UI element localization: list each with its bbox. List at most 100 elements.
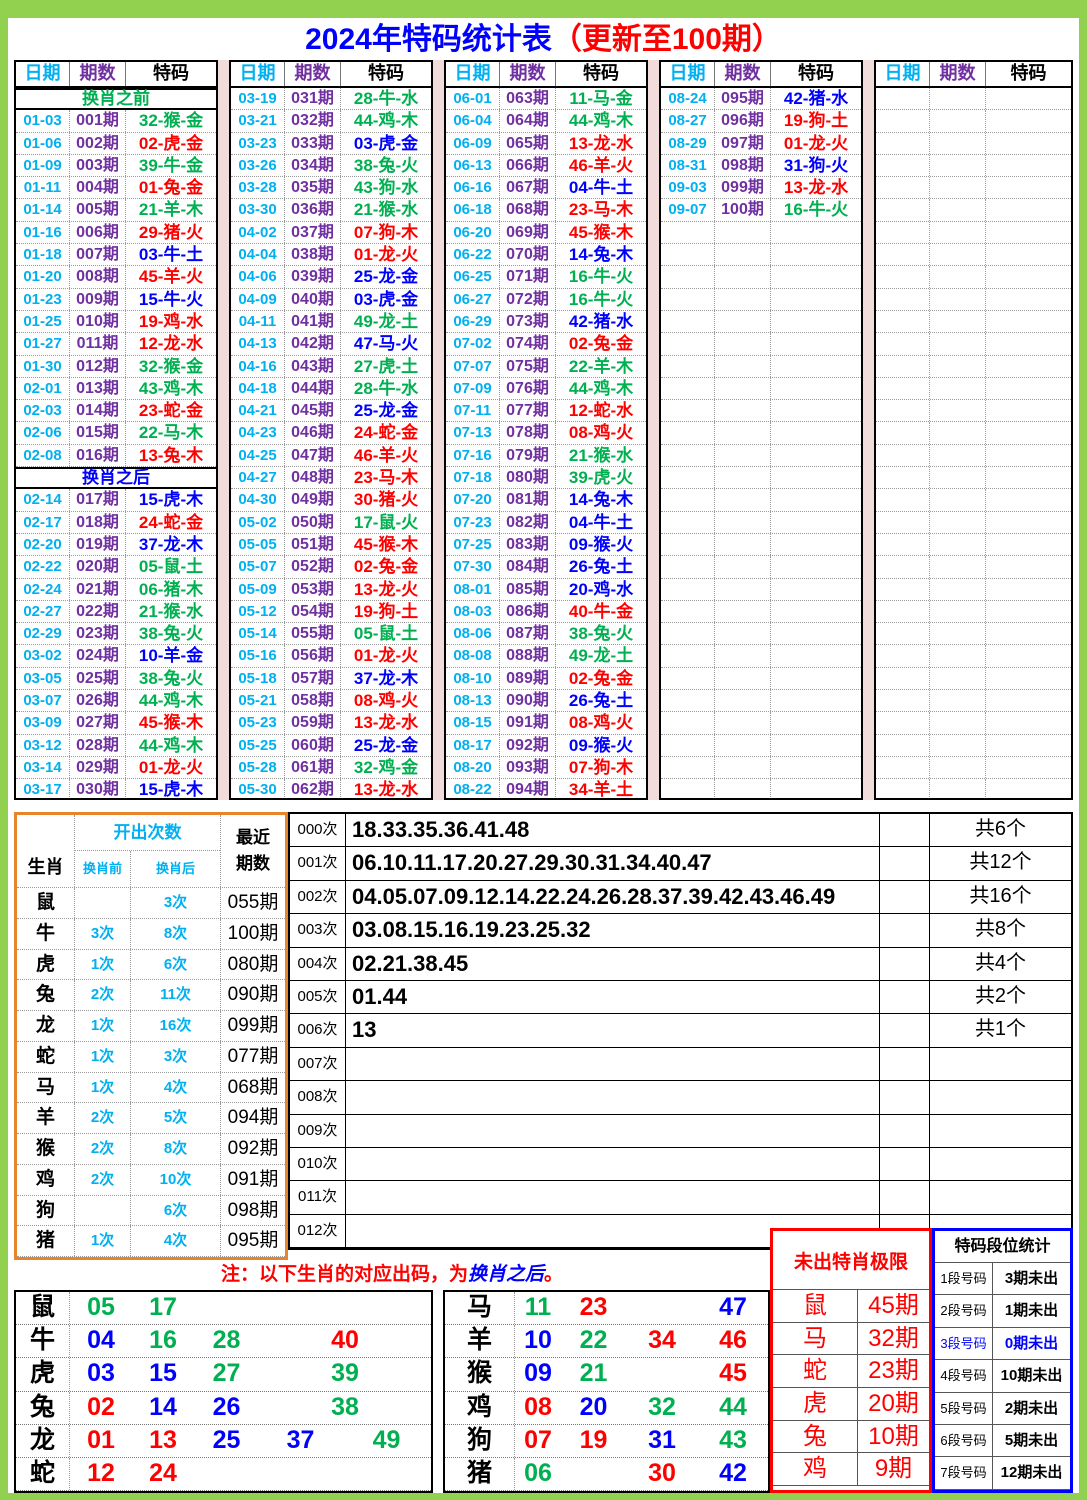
code-cell: 02-虎-金	[126, 133, 216, 154]
date-cell: 01-11	[16, 177, 70, 198]
date-cell: 08-17	[446, 735, 500, 756]
empty-code-cell	[771, 222, 861, 243]
stats-row: 牛 3次 8次 100期	[17, 919, 285, 950]
result-row: 05-23 059期 13-龙-水	[231, 712, 431, 734]
stats-header-recent: 最近 期数	[221, 815, 285, 887]
date-cell: 06-09	[446, 133, 500, 154]
date-cell: 05-16	[231, 645, 285, 666]
period-cell: 028期	[70, 735, 126, 756]
code-cell: 45-羊-火	[126, 266, 216, 287]
stats-before-cell	[75, 1196, 131, 1226]
frequency-row: 004次 02.21.38.45 共4个	[290, 948, 1071, 981]
date-cell: 07-13	[446, 422, 500, 443]
frequency-gap-cell	[879, 1014, 929, 1046]
empty-period-cell	[715, 735, 771, 756]
result-row: 02-24 021期 06-猪-木	[16, 579, 216, 601]
empty-code-cell	[986, 199, 1071, 220]
date-cell: 02-14	[16, 489, 70, 510]
date-cell: 07-07	[446, 356, 500, 377]
result-row: 01-03 001期 32-猴-金	[16, 110, 216, 132]
empty-period-cell	[715, 467, 771, 488]
code-cell: 01-龙-火	[341, 244, 431, 265]
result-row: 07-18 080期 39-虎-火	[446, 467, 646, 489]
date-cell: 06-20	[446, 222, 500, 243]
rows-before: 01-03 001期 32-猴-金 01-06 002期 02-虎-金 01-0…	[16, 110, 216, 467]
empty-date-cell	[661, 422, 715, 443]
frequency-label: 007次	[290, 1048, 346, 1080]
empty-row	[876, 601, 1071, 623]
period-cell: 074期	[500, 333, 556, 354]
empty-period-cell	[715, 222, 771, 243]
stats-recent-cell: 090期	[221, 980, 285, 1010]
period-cell: 079期	[500, 445, 556, 466]
code-cell: 01-龙-火	[126, 757, 216, 778]
empty-period-cell	[715, 712, 771, 733]
empty-date-cell	[661, 534, 715, 555]
empty-code-cell	[771, 779, 861, 800]
code-cell: 25-龙-金	[341, 400, 431, 421]
period-cell: 089期	[500, 668, 556, 689]
stats-recent-cell: 077期	[221, 1042, 285, 1072]
empty-code-cell	[771, 266, 861, 287]
result-row: 02-08 016期 13-兔-木	[16, 445, 216, 467]
date-cell: 04-06	[231, 266, 285, 287]
date-cell: 07-23	[446, 512, 500, 533]
empty-code-cell	[986, 222, 1071, 243]
period-cell: 036期	[285, 199, 341, 220]
frequency-count	[929, 1181, 1071, 1213]
map-zodiac-label: 猪	[445, 1458, 515, 1490]
code-cell: 42-猪-水	[771, 88, 861, 109]
result-row: 02-22 020期 05-鼠-土	[16, 556, 216, 578]
empty-period-cell	[715, 289, 771, 310]
date-cell: 07-25	[446, 534, 500, 555]
map-zodiac-label: 牛	[16, 1325, 70, 1357]
period-cell: 006期	[70, 222, 126, 243]
period-cell: 048期	[285, 467, 341, 488]
empty-row	[876, 133, 1071, 155]
date-cell: 02-01	[16, 378, 70, 399]
empty-period-cell	[930, 244, 986, 265]
map-row: 蛇 1224	[16, 1458, 431, 1491]
empty-row	[661, 757, 861, 779]
result-row: 04-21 045期 25-龙-金	[231, 400, 431, 422]
period-cell: 097期	[715, 133, 771, 154]
empty-date-cell	[661, 222, 715, 243]
code-cell: 12-龙-水	[126, 333, 216, 354]
empty-date-cell	[661, 333, 715, 354]
date-cell: 04-23	[231, 422, 285, 443]
empty-date-cell	[661, 512, 715, 533]
empty-code-cell	[986, 422, 1071, 443]
header-date: 日期	[16, 62, 70, 86]
code-cell: 45-猴-木	[126, 712, 216, 733]
period-cell: 090期	[500, 690, 556, 711]
limit-periods: 9期	[858, 1453, 929, 1485]
code-cell: 02-兔-金	[341, 556, 431, 577]
date-cell: 04-21	[231, 400, 285, 421]
result-row: 01-23 009期 15-牛-火	[16, 289, 216, 311]
empty-code-cell	[986, 110, 1071, 131]
code-cell: 24-蛇-金	[126, 512, 216, 533]
limit-box-title: 未出特肖极限	[773, 1231, 929, 1290]
stats-after-cell: 4次	[131, 1226, 221, 1256]
date-cell: 02-08	[16, 445, 70, 466]
date-cell: 08-29	[661, 133, 715, 154]
result-row: 07-02 074期 02-兔-金	[446, 333, 646, 355]
map-row: 兔 02142638	[16, 1392, 431, 1425]
stats-row: 兔 2次 11次 090期	[17, 980, 285, 1011]
result-row: 04-27 048期 23-马-木	[231, 467, 431, 489]
result-row: 05-12 054期 19-狗-土	[231, 601, 431, 623]
map-zodiac-label: 狗	[445, 1425, 515, 1457]
period-cell: 017期	[70, 489, 126, 510]
code-cell: 21-羊-木	[126, 199, 216, 220]
date-cell: 03-14	[16, 757, 70, 778]
empty-period-cell	[930, 378, 986, 399]
empty-date-cell	[876, 467, 930, 488]
period-cell: 010期	[70, 311, 126, 332]
date-cell: 06-16	[446, 177, 500, 198]
segment-row: 4段号码 10期未出	[935, 1360, 1070, 1392]
date-cell: 07-16	[446, 445, 500, 466]
empty-date-cell	[876, 177, 930, 198]
empty-period-cell	[930, 556, 986, 577]
date-cell: 03-07	[16, 690, 70, 711]
empty-row	[876, 244, 1071, 266]
